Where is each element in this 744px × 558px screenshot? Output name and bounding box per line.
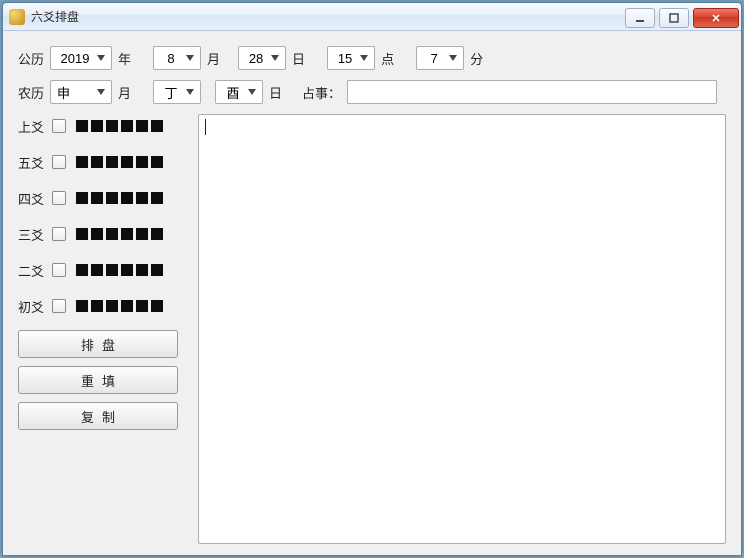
- text-cursor: [205, 119, 206, 135]
- yao-label: 四爻: [18, 189, 46, 208]
- lunar-daybranch-value: 酉: [222, 83, 244, 102]
- day-value: 28: [245, 51, 267, 66]
- yao-checkbox[interactable]: [52, 299, 66, 313]
- output-textarea[interactable]: [198, 114, 726, 544]
- minute-select[interactable]: 7: [416, 46, 464, 70]
- yao-row-2: 二爻: [18, 258, 190, 282]
- yao-checkbox[interactable]: [52, 191, 66, 205]
- yao-squares: [76, 300, 163, 312]
- day-unit: 日: [292, 49, 305, 68]
- minimize-button[interactable]: [625, 8, 655, 28]
- yao-checkbox[interactable]: [52, 227, 66, 241]
- lunar-month-select[interactable]: 申: [50, 80, 112, 104]
- matter-input[interactable]: [347, 80, 717, 104]
- chevron-down-icon: [93, 48, 109, 68]
- yao-label: 上爻: [18, 117, 46, 136]
- app-icon: [9, 9, 25, 25]
- hour-select[interactable]: 15: [327, 46, 375, 70]
- chevron-down-icon: [182, 48, 198, 68]
- lunar-daybranch-select[interactable]: 酉: [215, 80, 263, 104]
- chevron-down-icon: [267, 48, 283, 68]
- solar-label: 公历: [18, 49, 44, 68]
- body-area: 上爻 五爻 四爻: [18, 114, 726, 544]
- yao-checkbox[interactable]: [52, 263, 66, 277]
- app-window: 六爻排盘 公历 2019 年 8: [2, 2, 742, 556]
- yao-row-3: 三爻: [18, 222, 190, 246]
- year-value: 2019: [57, 51, 93, 66]
- yao-label: 三爻: [18, 225, 46, 244]
- yao-squares: [76, 120, 163, 132]
- yao-label: 二爻: [18, 261, 46, 280]
- lunar-daystem-select[interactable]: 丁: [153, 80, 201, 104]
- close-button[interactable]: [693, 8, 739, 28]
- lunar-month-unit: 月: [118, 83, 131, 102]
- yao-checkbox[interactable]: [52, 155, 66, 169]
- yao-checkbox[interactable]: [52, 119, 66, 133]
- titlebar[interactable]: 六爻排盘: [3, 3, 741, 31]
- yao-label: 五爻: [18, 153, 46, 172]
- day-select[interactable]: 28: [238, 46, 286, 70]
- yao-row-4: 四爻: [18, 186, 190, 210]
- chongtian-button[interactable]: 重填: [18, 366, 178, 394]
- hour-value: 15: [334, 51, 356, 66]
- yao-label: 初爻: [18, 297, 46, 316]
- maximize-button[interactable]: [659, 8, 689, 28]
- chevron-down-icon: [244, 82, 260, 102]
- yao-row-1: 初爻: [18, 294, 190, 318]
- yao-row-6: 上爻: [18, 114, 190, 138]
- lunar-day-unit: 日: [269, 83, 282, 102]
- fuzhi-button[interactable]: 复制: [18, 402, 178, 430]
- month-unit: 月: [207, 49, 220, 68]
- chevron-down-icon: [445, 48, 461, 68]
- chevron-down-icon: [182, 82, 198, 102]
- lunar-row: 农历 申 月 丁 酉 日 占事：: [18, 80, 726, 104]
- lunar-label: 农历: [18, 83, 44, 102]
- minute-unit: 分: [470, 49, 483, 68]
- window-buttons: [623, 6, 741, 28]
- chevron-down-icon: [356, 48, 372, 68]
- client-area: 公历 2019 年 8 月 28 日 15 点: [4, 32, 740, 554]
- matter-label: 占事：: [302, 83, 341, 102]
- left-column: 上爻 五爻 四爻: [18, 114, 190, 544]
- yao-squares: [76, 192, 163, 204]
- yao-squares: [76, 228, 163, 240]
- month-select[interactable]: 8: [153, 46, 201, 70]
- lunar-daystem-value: 丁: [160, 83, 182, 102]
- year-unit: 年: [118, 49, 131, 68]
- chevron-down-icon: [93, 82, 109, 102]
- paipan-button[interactable]: 排盘: [18, 330, 178, 358]
- minute-value: 7: [423, 51, 445, 66]
- yao-squares: [76, 264, 163, 276]
- month-value: 8: [160, 51, 182, 66]
- solar-row: 公历 2019 年 8 月 28 日 15 点: [18, 46, 726, 70]
- lunar-month-value: 申: [57, 83, 93, 102]
- yao-row-5: 五爻: [18, 150, 190, 174]
- window-title: 六爻排盘: [31, 8, 79, 25]
- yao-squares: [76, 156, 163, 168]
- hour-unit: 点: [381, 49, 394, 68]
- year-select[interactable]: 2019: [50, 46, 112, 70]
